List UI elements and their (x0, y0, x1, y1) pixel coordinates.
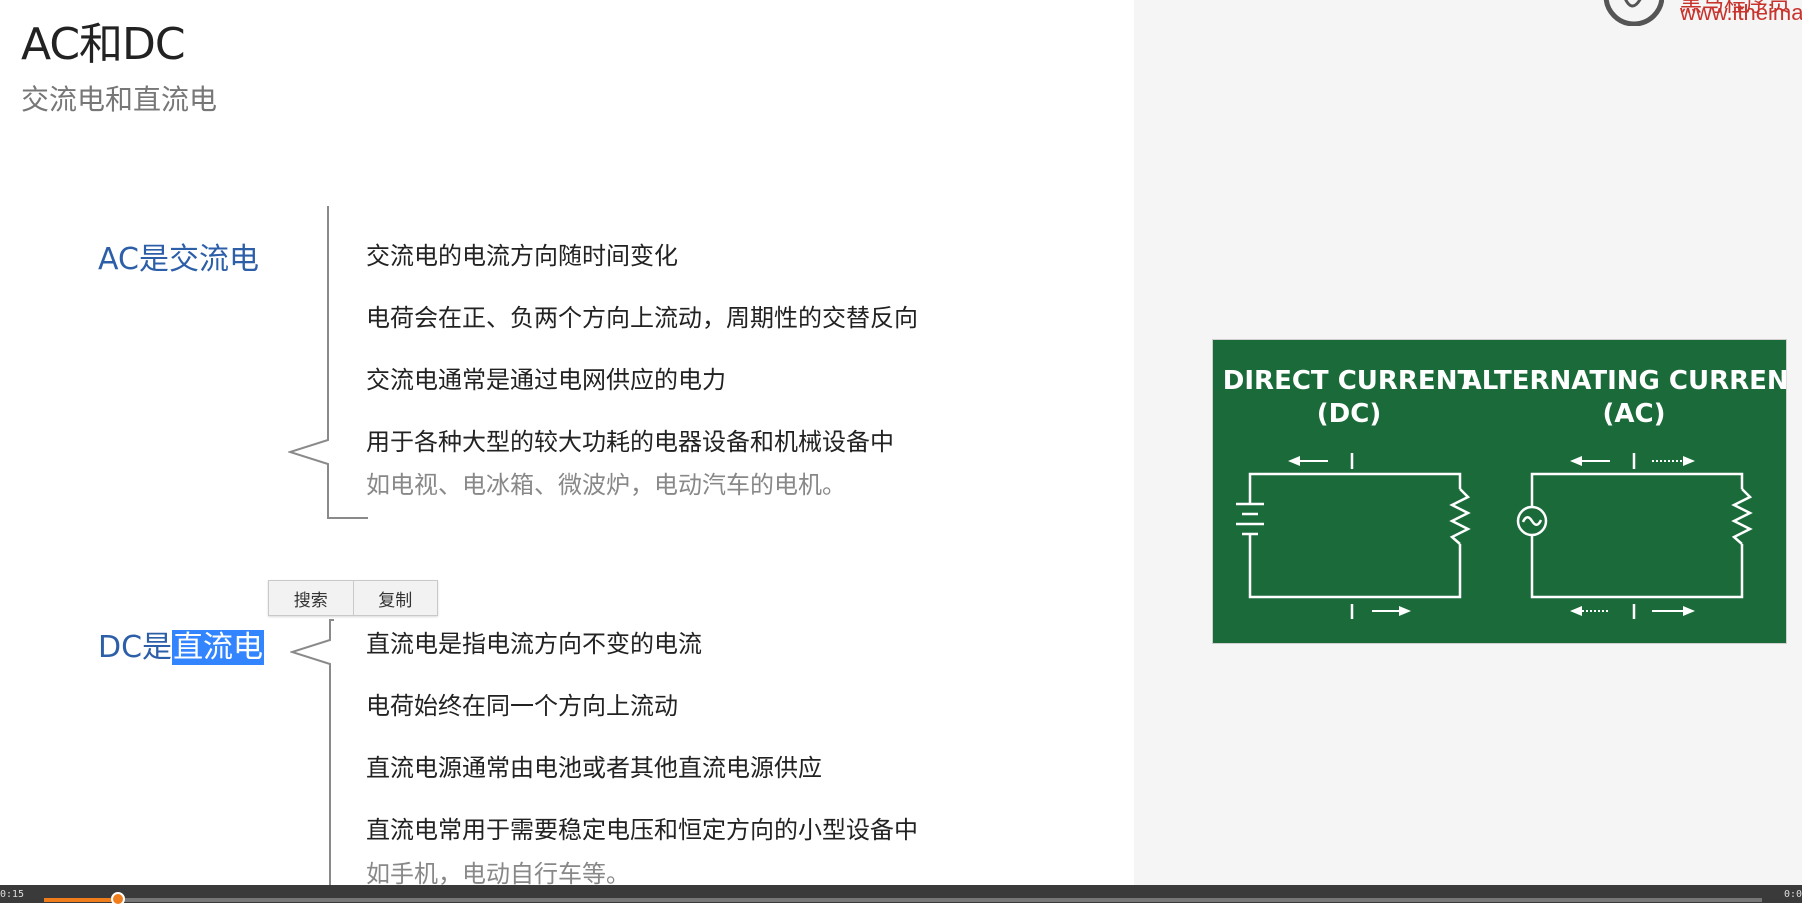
total-time: 0:0 (1783, 889, 1802, 900)
ac-example: 如电视、电冰箱、微波炉，电动汽车的电机。 (366, 471, 846, 499)
slide: AC和DC 交流电和直流电 黑马程序员 www.itheima. AC是交流电 … (0, 0, 1802, 906)
ac-point-3: 交流电通常是通过电网供应的电力 (366, 366, 726, 394)
dc-ac-circuit-diagram: DIRECT CURRENT (DC) ALTERNATING CURRENT … (1212, 339, 1787, 644)
itheima-logo-icon (1603, 0, 1664, 26)
video-progress-bar: 0:15 0:0 (0, 885, 1802, 906)
dc-point-3: 直流电源通常由电池或者其他直流电源供应 (366, 754, 822, 782)
dc-point-4: 直流电常用于需要稳定电压和恒定方向的小型设备中 (366, 816, 918, 844)
ac-point-4: 用于各种大型的较大功耗的电器设备和机械设备中 (366, 428, 894, 456)
selection-context-menu: 搜索 复制 (268, 580, 438, 616)
dc-title-line1: DIRECT CURRENT (1223, 366, 1476, 396)
ac-term: AC是交流电 (98, 234, 259, 278)
ac-point-2: 电荷会在正、负两个方向上流动，周期性的交替反向 (366, 304, 918, 332)
slide-subtitle: 交流电和直流电 (21, 83, 218, 116)
ac-brace (288, 206, 368, 519)
logo-url: www.itheima. (1680, 0, 1802, 25)
dc-point-1: 直流电是指电流方向不变的电流 (366, 630, 702, 658)
dc-example: 如手机，电动自行车等。 (366, 860, 630, 888)
search-button[interactable]: 搜索 (269, 581, 353, 615)
ac-term-rest: 交流电 (168, 242, 259, 277)
ac-title-line2: (AC) (1603, 399, 1666, 429)
dc-term-prefix: DC是 (98, 630, 173, 665)
dc-title-line2: (DC) (1317, 399, 1381, 429)
ac-point-1: 交流电的电流方向随时间变化 (366, 242, 678, 270)
ac-term-prefix: AC是 (98, 242, 169, 277)
dc-term: DC是直流电 (98, 622, 265, 666)
copy-button[interactable]: 复制 (352, 581, 438, 615)
dc-term-selected[interactable]: 直流电 (172, 630, 265, 665)
slide-title: AC和DC (21, 19, 186, 70)
elapsed-time: 0:15 (0, 889, 25, 900)
seek-track[interactable] (44, 892, 1762, 906)
dc-brace (290, 619, 334, 903)
played-progress (44, 898, 118, 902)
seek-handle[interactable] (110, 892, 125, 906)
dc-point-2: 电荷始终在同一个方向上流动 (366, 692, 678, 720)
ac-title-line1: ALTERNATING CURRENT (1462, 366, 1787, 396)
